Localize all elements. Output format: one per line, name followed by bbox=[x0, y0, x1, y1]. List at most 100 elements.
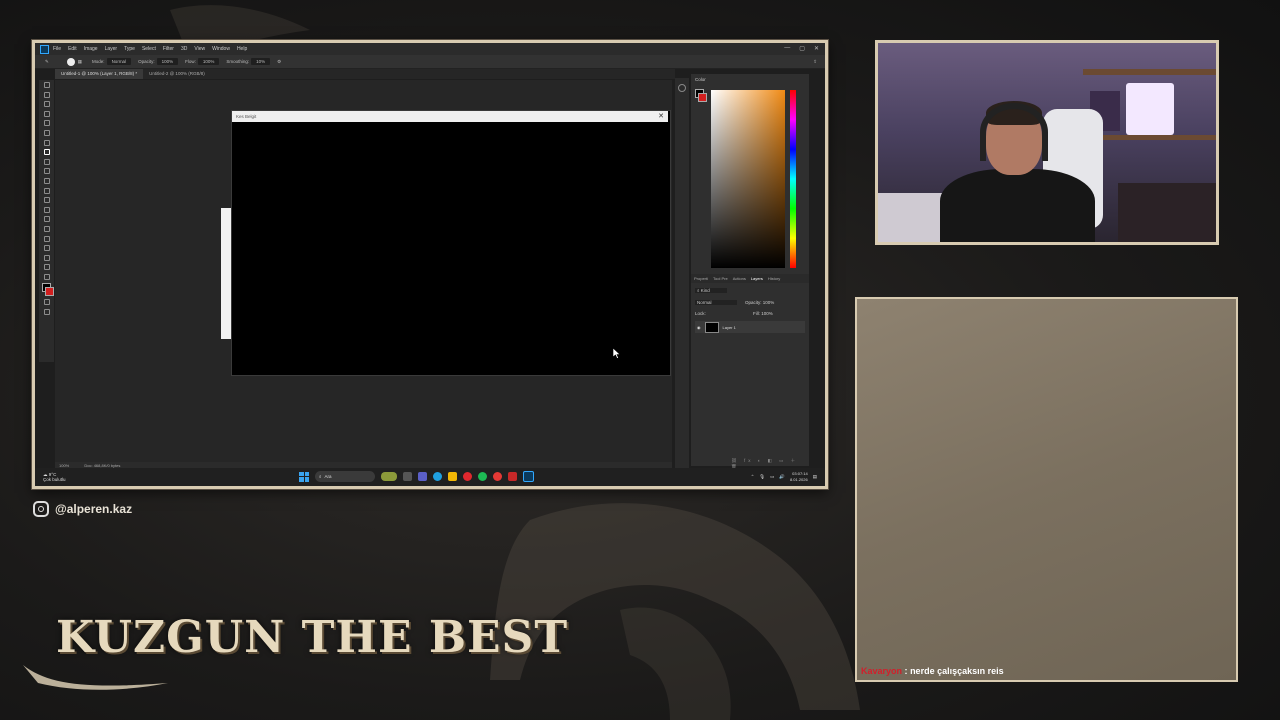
layer-opacity-value: 100% bbox=[762, 300, 775, 305]
layer-row[interactable]: ◉ Layer 1 bbox=[695, 321, 805, 333]
marquee-tool-icon[interactable] bbox=[43, 91, 50, 98]
dodge-tool-icon[interactable] bbox=[43, 206, 50, 213]
flow-field[interactable]: 100% bbox=[197, 58, 220, 65]
tab-history[interactable]: History bbox=[768, 276, 780, 281]
menu-type[interactable]: Type bbox=[124, 46, 135, 52]
menu-image[interactable]: Image bbox=[84, 46, 98, 52]
instagram-badge: @alperen.kaz bbox=[33, 501, 132, 517]
notification-icon[interactable]: ▤ bbox=[813, 474, 817, 480]
menu-filter[interactable]: Filter bbox=[163, 46, 174, 52]
more-tools-icon[interactable] bbox=[43, 273, 50, 280]
kind-filter[interactable]: ⌕ Kind bbox=[695, 288, 727, 293]
brush-tool-icon[interactable] bbox=[43, 149, 50, 156]
close-icon[interactable]: ✕ bbox=[814, 45, 819, 52]
type-tool-icon[interactable] bbox=[43, 225, 50, 232]
menu-select[interactable]: Select bbox=[142, 46, 156, 52]
brush-settings-icon[interactable]: ▦ bbox=[78, 59, 82, 65]
quick-select-tool-icon[interactable] bbox=[43, 110, 50, 117]
document-canvas-edge[interactable] bbox=[221, 208, 231, 339]
tab-untitled-1[interactable]: Untitled-1 @ 100% (Layer 1, RGB/8) * bbox=[55, 69, 144, 79]
crop-tool-icon[interactable] bbox=[43, 120, 50, 127]
teams-icon[interactable] bbox=[418, 472, 427, 481]
menu-3d[interactable]: 3D bbox=[181, 46, 187, 52]
clock-time: 03:07:14 bbox=[792, 471, 808, 476]
chevron-up-icon[interactable]: ⌃ bbox=[751, 474, 755, 480]
tab-untitled-2[interactable]: Untitled-2 @ 100% (RGB/8) bbox=[143, 69, 211, 79]
eyedropper-tool-icon[interactable] bbox=[43, 129, 50, 136]
spotify-icon[interactable] bbox=[478, 472, 487, 481]
close-icon[interactable]: ✕ bbox=[658, 111, 664, 122]
chrome-icon[interactable] bbox=[493, 472, 502, 481]
quick-mask-icon[interactable] bbox=[43, 299, 50, 306]
smoothing-field[interactable]: 10% bbox=[251, 58, 271, 65]
instagram-handle: @alperen.kaz bbox=[55, 502, 133, 516]
edge-icon[interactable] bbox=[433, 472, 442, 481]
share-icon[interactable]: ⇪ bbox=[813, 59, 817, 65]
tab-actions[interactable]: Actions bbox=[733, 276, 746, 281]
foreground-background-colors[interactable] bbox=[41, 283, 54, 297]
windows-start-icon[interactable] bbox=[299, 471, 309, 482]
taskbar-clock[interactable]: 03:07:14 8.01.2026 bbox=[790, 471, 808, 482]
stamp-tool-icon[interactable] bbox=[43, 158, 50, 165]
blur-tool-icon[interactable] bbox=[43, 197, 50, 204]
color-picker-field[interactable] bbox=[711, 90, 785, 268]
brand-title: KUZGUN THE BEST bbox=[56, 612, 569, 663]
layer-opacity[interactable]: Opacity: 100% bbox=[745, 300, 774, 305]
layer-name[interactable]: Layer 1 bbox=[723, 325, 736, 330]
menu-layer[interactable]: Layer bbox=[105, 46, 118, 52]
photoshop-taskbar-icon[interactable] bbox=[523, 471, 534, 482]
gradient-tool-icon[interactable] bbox=[43, 187, 50, 194]
streamer-body bbox=[940, 169, 1095, 242]
tab-tool-presets[interactable]: Tool Pre bbox=[713, 276, 728, 281]
mode-select[interactable]: Normal bbox=[106, 58, 132, 65]
menu-edit[interactable]: Edit bbox=[68, 46, 77, 52]
task-view-icon[interactable] bbox=[403, 472, 412, 481]
hand-tool-icon[interactable] bbox=[43, 254, 50, 261]
pen-tool-icon[interactable] bbox=[43, 216, 50, 223]
move-tool-icon[interactable] bbox=[43, 82, 50, 88]
menu-file[interactable]: File bbox=[53, 46, 61, 52]
weather-widget[interactable]: ☁ 9°C Çok bulutlu bbox=[43, 472, 66, 482]
zoom-tool-icon[interactable] bbox=[43, 264, 50, 271]
eye-visibility-icon[interactable]: ◉ bbox=[697, 325, 701, 330]
eraser-tool-icon[interactable] bbox=[43, 177, 50, 184]
mode-label: Mode: bbox=[92, 59, 105, 64]
lasso-tool-icon[interactable] bbox=[43, 101, 50, 108]
healing-tool-icon[interactable] bbox=[43, 139, 50, 146]
menu-window[interactable]: Window bbox=[212, 46, 230, 52]
floating-preview-window[interactable]: Kes Belgit ✕ bbox=[231, 110, 671, 376]
taskbar-search[interactable]: ⌕ Ara bbox=[315, 471, 375, 482]
microphone-icon[interactable]: 🎙 bbox=[759, 474, 765, 480]
network-icon[interactable]: ▭ bbox=[770, 474, 774, 480]
search-highlight-icon[interactable] bbox=[381, 472, 397, 481]
brush-tool-icon[interactable]: ✎ bbox=[45, 59, 49, 65]
minimize-icon[interactable]: — bbox=[784, 45, 790, 52]
hue-slider[interactable] bbox=[790, 90, 796, 268]
floating-window-title: Kes Belgit bbox=[236, 114, 257, 119]
headset bbox=[980, 103, 1048, 161]
path-select-tool-icon[interactable] bbox=[43, 235, 50, 242]
weather-desc: Çok bulutlu bbox=[43, 477, 66, 482]
opera-icon[interactable] bbox=[463, 472, 472, 481]
tab-layers[interactable]: Layers bbox=[751, 276, 763, 281]
tab-properties[interactable]: Properti bbox=[694, 276, 708, 281]
chat-message: Kavaryon : nerde çalışçaksın reis bbox=[861, 666, 1004, 676]
floating-window-titlebar[interactable]: Kes Belgit ✕ bbox=[232, 111, 668, 122]
history-brush-tool-icon[interactable] bbox=[43, 168, 50, 175]
volume-icon[interactable]: 🔊 bbox=[779, 474, 785, 480]
color-panel-icon[interactable] bbox=[678, 84, 686, 92]
raven-emblem-ornament bbox=[490, 503, 860, 720]
obs-icon[interactable] bbox=[508, 472, 517, 481]
menu-view[interactable]: View bbox=[194, 46, 205, 52]
background-swatch[interactable] bbox=[698, 93, 707, 102]
brush-preset-picker[interactable] bbox=[66, 57, 75, 66]
file-explorer-icon[interactable] bbox=[448, 472, 457, 481]
shape-tool-icon[interactable] bbox=[43, 245, 50, 252]
settings-gear-icon[interactable]: ⚙ bbox=[277, 59, 281, 65]
blend-mode-select[interactable]: Normal bbox=[695, 300, 737, 305]
maximize-icon[interactable]: ▢ bbox=[799, 45, 805, 52]
opacity-field[interactable]: 100% bbox=[156, 58, 179, 65]
menu-help[interactable]: Help bbox=[237, 46, 247, 52]
screen-mode-icon[interactable] bbox=[43, 308, 50, 315]
layer-fill[interactable]: Fill: 100% bbox=[753, 311, 773, 316]
